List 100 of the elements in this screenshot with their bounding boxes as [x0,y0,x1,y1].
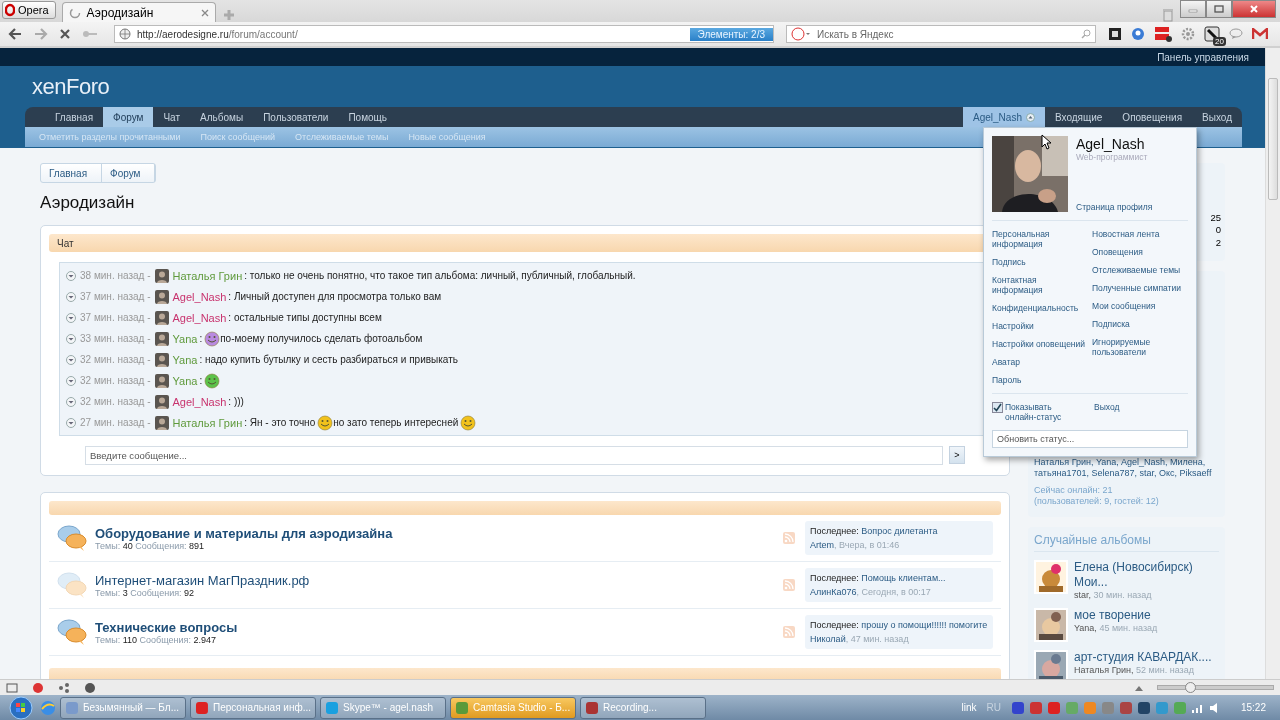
share-icon[interactable] [58,681,70,694]
album-author[interactable]: Наталья Грин, [1074,665,1134,675]
collapse-icon[interactable] [66,396,76,407]
checkbox-label[interactable]: Показывать онлайн-статус [1005,402,1077,422]
back-icon[interactable] [8,28,22,40]
mail-icon[interactable] [1252,28,1268,40]
chat-icon[interactable] [1229,28,1243,40]
browser-tab[interactable]: Аэродизайн [61,2,216,22]
up-arrow-icon[interactable] [1135,684,1143,691]
menu-link[interactable]: Аватар [992,357,1088,367]
menu-link[interactable]: Персональная информация [992,229,1088,249]
last-post-author[interactable]: АлинКа076 [810,587,857,597]
last-post-time: , 47 мин. назад [845,634,909,644]
send-button[interactable]: > [949,446,965,464]
online-users-list[interactable]: Наталья Грин, Yana, Agel_Nash, Милена, татьяна1701, Selena787, star, Окс, Piksaeff [1034,457,1219,479]
opera-menu-button[interactable]: Opera [2,1,56,19]
album-author[interactable]: star, [1074,590,1091,600]
nav-tab[interactable]: Пользователи [253,107,339,127]
user-icon[interactable] [1131,27,1145,41]
stop-icon[interactable] [60,29,70,39]
search-icon[interactable] [1081,29,1091,39]
opera-unite-icon[interactable] [32,681,44,694]
message-input[interactable]: Введите сообщение... [85,446,943,465]
last-post-link[interactable]: Вопрос дилетанта [861,526,938,536]
tray-icon[interactable] [1028,700,1043,715]
menu-link[interactable]: Отслеживаемые темы [1092,265,1188,275]
nav-tab[interactable]: Главная [45,107,104,127]
nav-tab[interactable]: Agel_Nash [963,107,1045,127]
menu-link[interactable]: Контактная информация [992,275,1088,295]
menu-link[interactable]: Подпись [992,257,1088,267]
address-field[interactable]: http://aerodesigne.ru/forum/account/ Элементы: 2/3 [114,25,774,43]
avatar-icon [154,289,169,304]
menu-link[interactable]: Игнорируемые пользователи [1092,337,1188,357]
forum-title-link[interactable]: Оборудование и материалы для аэродизайна [95,525,775,541]
close-button[interactable] [1232,0,1276,18]
forward-icon[interactable] [34,28,48,40]
collapse-icon[interactable] [66,312,76,323]
last-post-author[interactable]: Artem [810,540,834,550]
message-author[interactable]: Agel_Nash [172,290,227,303]
checkbox[interactable] [992,402,1003,413]
nav-tab[interactable]: Альбомы [190,107,254,127]
menu-link[interactable]: Мои сообщения [1092,301,1188,311]
nav-tab[interactable]: Форум [103,107,154,127]
control-panel-link[interactable]: Панель управления [1157,51,1249,63]
gear-icon[interactable] [1181,27,1195,41]
forum-title-link[interactable]: Интернет-магазин МагПраздник.рф [95,572,775,588]
message-author[interactable]: Agel_Nash [172,395,227,408]
collapse-icon[interactable] [66,354,76,365]
tray-icon[interactable] [1118,700,1133,715]
status-input[interactable]: Обновить статус... [992,430,1188,448]
zoom-slider[interactable] [1157,685,1274,690]
collapse-icon[interactable] [66,417,76,428]
nav-tab[interactable]: Оповещения [1112,107,1193,127]
scrollbar[interactable] [1265,48,1280,679]
menu-link[interactable]: Оповещения [1092,247,1188,257]
album-title-link[interactable]: мое творение [1074,608,1158,623]
extension-icon[interactable] [1154,25,1172,43]
menu-link[interactable]: Настройки оповещений [992,339,1088,349]
nav-tab[interactable]: Помощь [338,107,398,127]
last-post-link[interactable]: Помощь клиентам... [861,573,946,583]
maximize-button[interactable] [1206,0,1232,18]
collapse-icon[interactable] [66,291,76,302]
extension-icon[interactable] [1108,27,1122,41]
profile-link[interactable]: Страница профиля [1076,202,1153,212]
album-title-link[interactable]: арт-студия КАВАРДАК.... [1074,650,1212,665]
last-post-author[interactable]: Николай [810,634,846,644]
album-author[interactable]: Yana, [1074,623,1097,633]
nav-tab[interactable]: Входящие [1044,107,1113,127]
app-icon [585,700,599,715]
close-icon[interactable] [200,8,209,17]
breadcrumb-link[interactable]: Форум [102,164,156,182]
logout-link[interactable]: Выход [1094,402,1188,422]
nav-tab[interactable]: Чат [153,107,191,127]
speedometer-icon[interactable] [84,681,96,694]
message-author[interactable]: Agel_Nash [172,311,227,324]
browser-icon[interactable] [40,699,56,716]
forum-title-link[interactable]: Технические вопросы [95,619,775,635]
search-field[interactable]: Искать в Яндекс [786,25,1096,43]
menu-link[interactable]: Пароль [992,375,1088,385]
menu-link[interactable]: Новостная лента [1092,229,1188,239]
tray-icon[interactable] [1136,700,1151,715]
collapse-icon[interactable] [66,375,76,386]
menu-link[interactable]: Полученные симпатии [1092,283,1188,293]
last-post-link[interactable]: прошу о помощи!!!!!! помогите [861,620,988,630]
minimize-button[interactable] [1180,0,1206,18]
collapse-icon[interactable] [66,270,76,281]
breadcrumb-link[interactable]: Главная [41,164,103,182]
menu-link[interactable]: Конфиденциальность [992,303,1088,313]
panel-icon[interactable] [6,682,18,693]
tray-icon[interactable] [1046,700,1061,715]
menu-link[interactable]: Подписка [1092,319,1188,329]
nav-tab[interactable]: Выход [1192,107,1242,127]
site-logo[interactable]: xenForo [32,73,110,100]
tray-icon[interactable] [1010,700,1025,715]
collapse-icon[interactable] [66,333,76,344]
start-button[interactable] [6,695,36,720]
online-detail: (пользователей: 9, гостей: 12) [1034,496,1160,507]
new-tab-icon[interactable] [221,8,236,22]
menu-link[interactable]: Настройки [992,321,1088,331]
album-title-link[interactable]: Елена (Новосибирск) Мои... [1074,560,1219,590]
